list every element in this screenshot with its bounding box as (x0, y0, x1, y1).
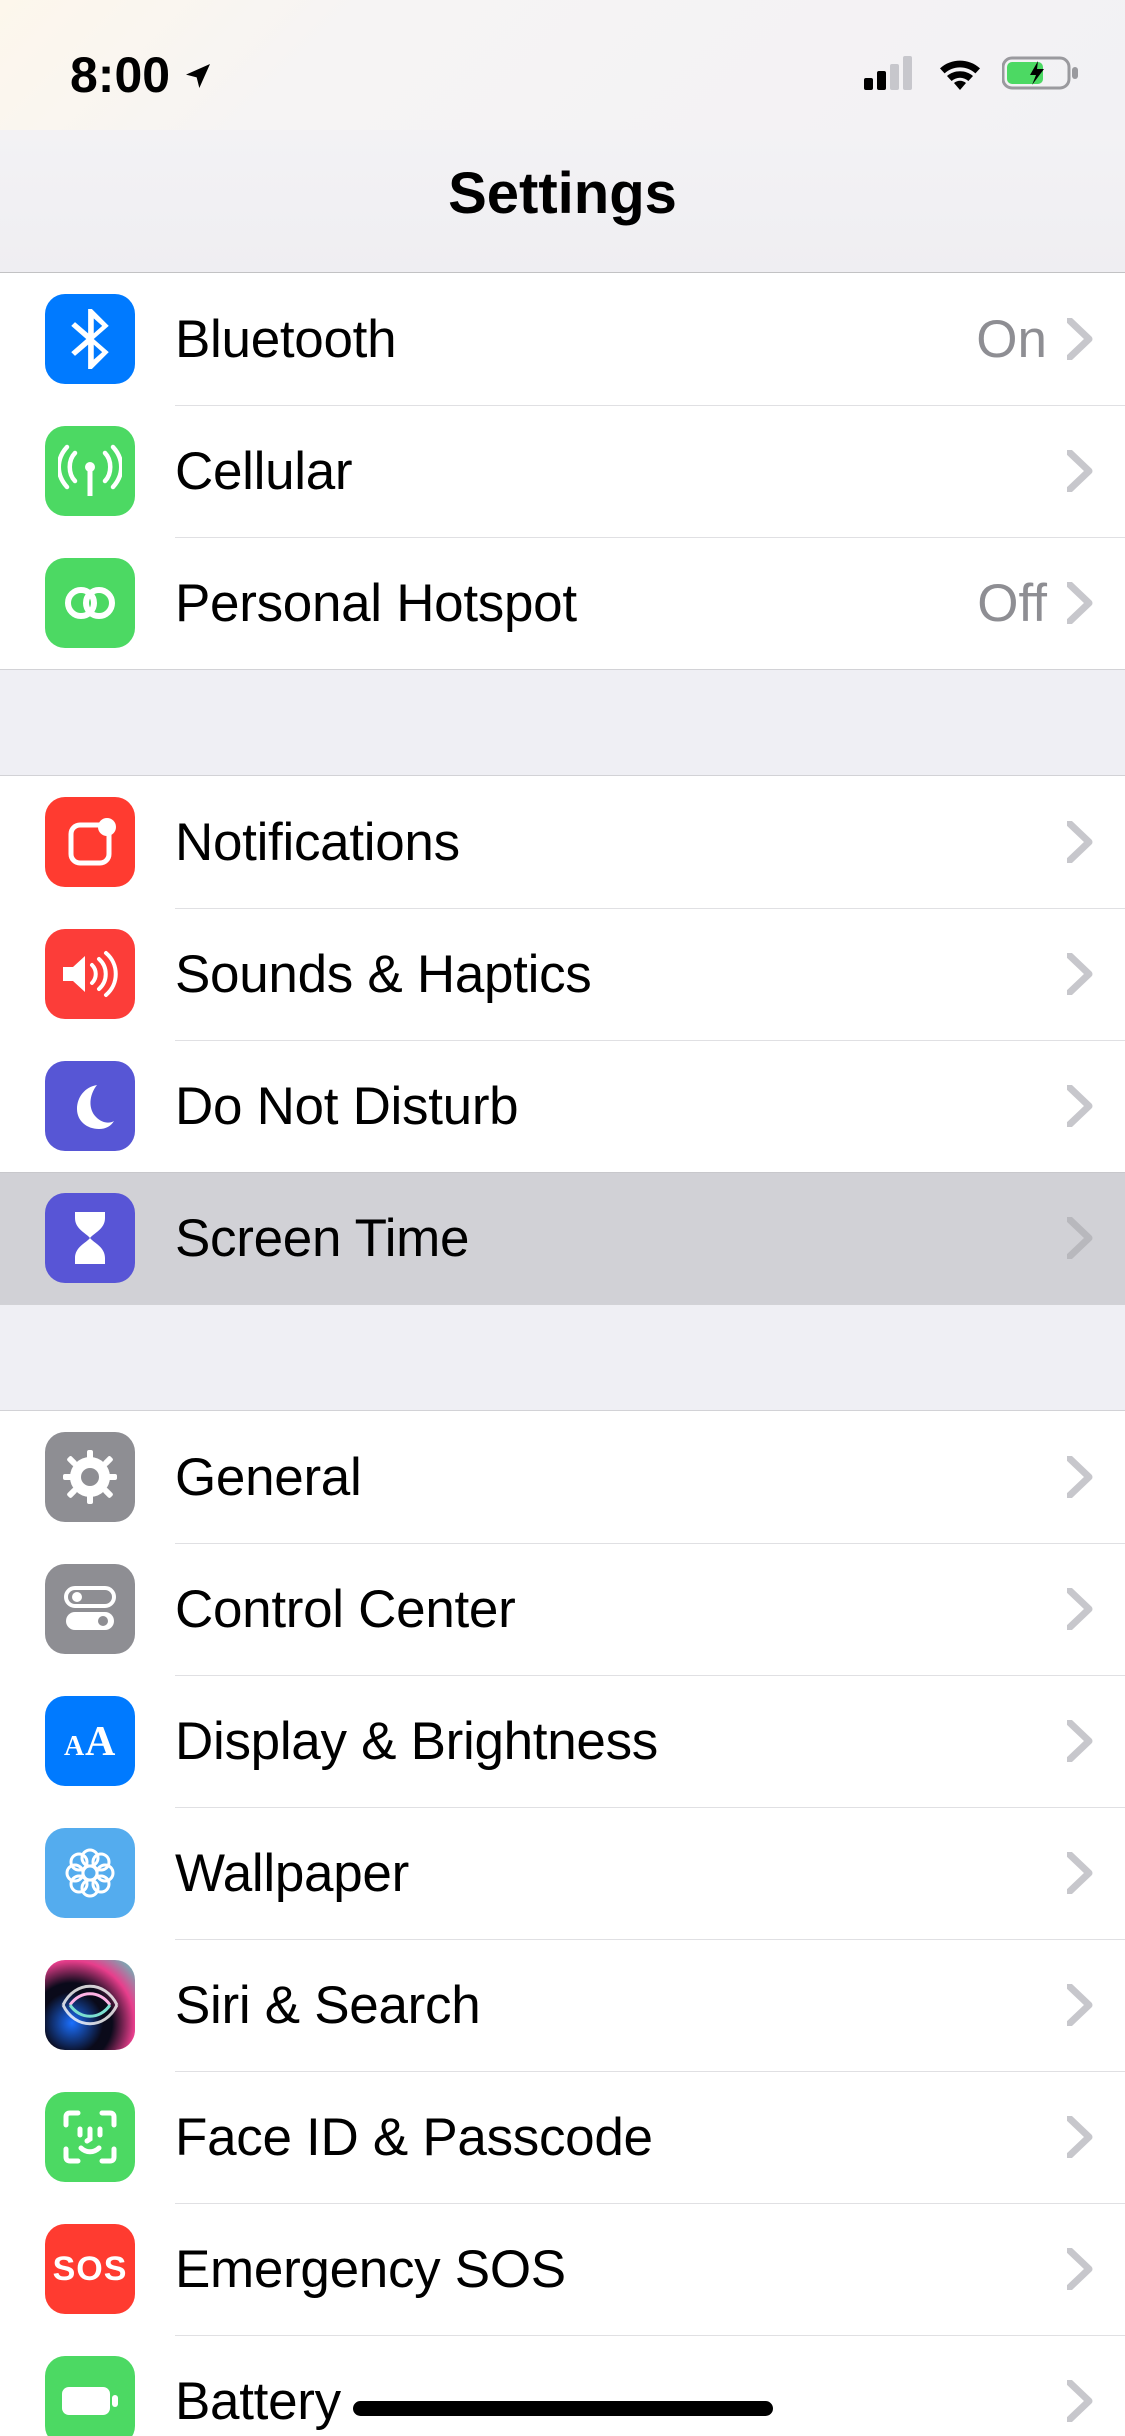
battery-charging-icon (1002, 55, 1080, 96)
settings-group-system: General Control Center A A Display & Bri… (0, 1410, 1125, 2436)
svg-text:A: A (64, 1731, 85, 1762)
chevron-right-icon (1067, 821, 1093, 863)
row-hotspot[interactable]: Personal Hotspot Off (0, 537, 1125, 669)
page-title: Settings (0, 160, 1125, 227)
row-siri[interactable]: Siri & Search (0, 1939, 1125, 2071)
chevron-right-icon (1067, 1085, 1093, 1127)
chevron-right-icon (1067, 1588, 1093, 1630)
notifications-icon (45, 797, 135, 887)
row-label: Do Not Disturb (175, 1076, 1067, 1137)
battery-icon (45, 2356, 135, 2436)
chevron-right-icon (1067, 1984, 1093, 2026)
chevron-right-icon (1067, 450, 1093, 492)
home-indicator[interactable] (353, 2401, 773, 2416)
row-label: Personal Hotspot (175, 573, 977, 634)
page-header: Settings (0, 130, 1125, 273)
bluetooth-icon (45, 294, 135, 384)
moon-icon (45, 1061, 135, 1151)
text-size-icon: A A (45, 1696, 135, 1786)
row-faceid[interactable]: Face ID & Passcode (0, 2071, 1125, 2203)
row-label: Screen Time (175, 1208, 1067, 1269)
sos-icon: SOS (45, 2224, 135, 2314)
chevron-right-icon (1067, 2116, 1093, 2158)
row-cellular[interactable]: Cellular (0, 405, 1125, 537)
row-detail: Off (977, 573, 1047, 634)
chevron-right-icon (1067, 582, 1093, 624)
row-label: Display & Brightness (175, 1711, 1067, 1772)
status-bar: 8:00 (0, 0, 1125, 130)
hourglass-icon (45, 1193, 135, 1283)
row-label: Siri & Search (175, 1975, 1067, 2036)
status-left: 8:00 (70, 46, 214, 104)
row-label: Sounds & Haptics (175, 944, 1067, 1005)
group-spacer (0, 670, 1125, 775)
row-sos[interactable]: SOS Emergency SOS (0, 2203, 1125, 2335)
chevron-right-icon (1067, 2380, 1093, 2422)
row-bluetooth[interactable]: Bluetooth On (0, 273, 1125, 405)
row-battery[interactable]: Battery (0, 2335, 1125, 2436)
row-label: Notifications (175, 812, 1067, 873)
chevron-right-icon (1067, 2248, 1093, 2290)
settings-group-connectivity: Bluetooth On Cellular (0, 273, 1125, 670)
cellular-icon (45, 426, 135, 516)
chevron-right-icon (1067, 1456, 1093, 1498)
row-display[interactable]: A A Display & Brightness (0, 1675, 1125, 1807)
chevron-right-icon (1067, 1217, 1093, 1259)
row-detail: On (976, 309, 1047, 370)
row-screentime[interactable]: Screen Time (0, 1172, 1125, 1304)
row-sounds[interactable]: Sounds & Haptics (0, 908, 1125, 1040)
row-wallpaper[interactable]: Wallpaper (0, 1807, 1125, 1939)
row-label: Emergency SOS (175, 2239, 1067, 2300)
row-label: General (175, 1447, 1067, 1508)
row-label: Wallpaper (175, 1843, 1067, 1904)
settings-group-alerts: Notifications Sounds & Haptics Do Not Di… (0, 775, 1125, 1305)
siri-icon (45, 1960, 135, 2050)
status-time: 8:00 (70, 46, 170, 104)
chevron-right-icon (1067, 318, 1093, 360)
row-label: Cellular (175, 441, 1067, 502)
row-label: Bluetooth (175, 309, 976, 370)
svg-text:A: A (85, 1719, 116, 1763)
gear-icon (45, 1432, 135, 1522)
hotspot-icon (45, 558, 135, 648)
row-dnd[interactable]: Do Not Disturb (0, 1040, 1125, 1172)
sounds-icon (45, 929, 135, 1019)
row-general[interactable]: General (0, 1411, 1125, 1543)
row-controlcenter[interactable]: Control Center (0, 1543, 1125, 1675)
cell-signal-icon (864, 56, 918, 95)
wifi-icon (936, 56, 984, 95)
row-label: Face ID & Passcode (175, 2107, 1067, 2168)
group-spacer (0, 1305, 1125, 1410)
status-right (864, 55, 1080, 96)
location-icon (182, 46, 214, 104)
faceid-icon (45, 2092, 135, 2182)
flower-icon (45, 1828, 135, 1918)
chevron-right-icon (1067, 1852, 1093, 1894)
chevron-right-icon (1067, 1720, 1093, 1762)
row-notifications[interactable]: Notifications (0, 776, 1125, 908)
toggles-icon (45, 1564, 135, 1654)
chevron-right-icon (1067, 953, 1093, 995)
row-label: Control Center (175, 1579, 1067, 1640)
